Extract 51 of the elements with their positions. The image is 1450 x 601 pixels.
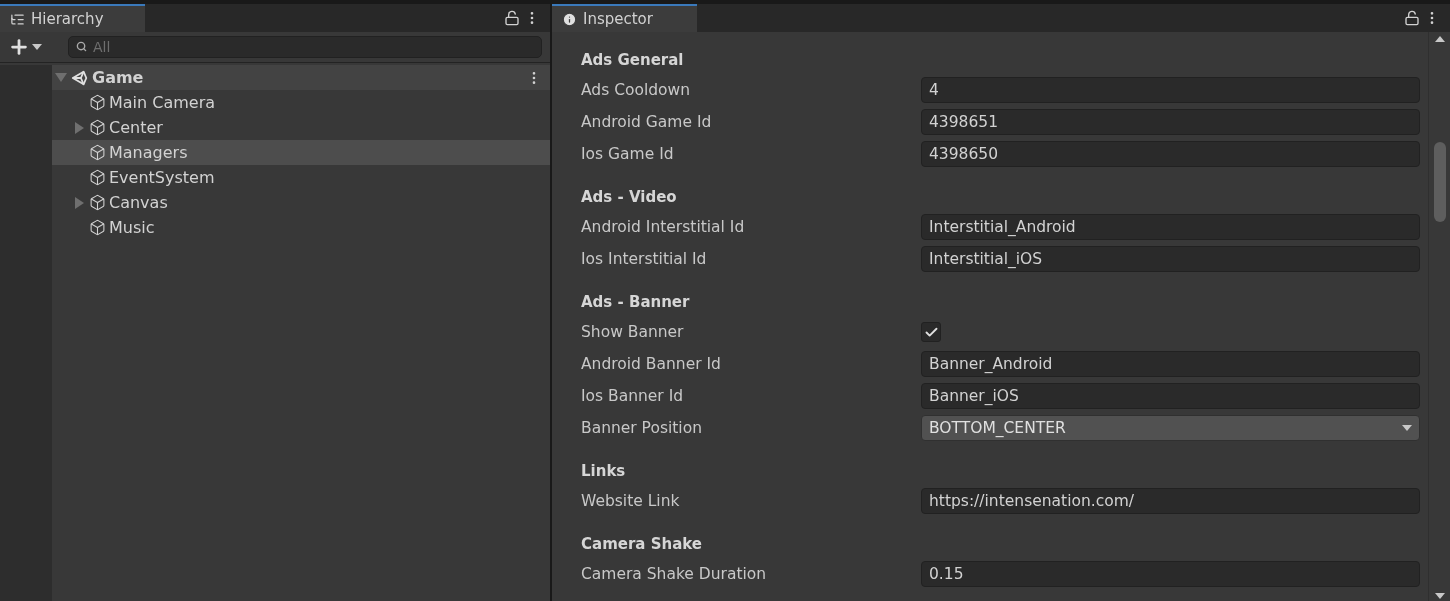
hierarchy-item[interactable]: Managers [52, 140, 550, 165]
hierarchy-item[interactable]: Game [52, 65, 550, 90]
inspector-tab[interactable]: Inspector [552, 4, 697, 32]
hierarchy-tab[interactable]: Hierarchy [0, 4, 145, 32]
text-field[interactable]: 4398650 [921, 141, 1420, 167]
field-label: Camera Shake Duration [581, 565, 768, 583]
cube-icon [89, 144, 106, 161]
section-title: Links [581, 461, 627, 482]
field-label: Android Interstitial Id [581, 218, 746, 236]
checkbox[interactable] [921, 322, 941, 342]
section-title: Ads General [581, 50, 685, 71]
section-title: Ads - Banner [581, 292, 691, 313]
text-field[interactable]: 4 [921, 77, 1420, 103]
text-field[interactable]: Interstitial_iOS [921, 246, 1420, 272]
field-label: Show Banner [581, 323, 685, 341]
info-icon [562, 11, 577, 27]
field-label: Ads Cooldown [581, 81, 692, 99]
section-title: Camera Shake [581, 534, 704, 555]
dropdown[interactable]: BOTTOM_CENTER [921, 415, 1420, 441]
hierarchy-item[interactable]: EventSystem [52, 165, 550, 190]
hierarchy-item[interactable]: Canvas [52, 190, 550, 215]
text-field[interactable]: https://intensenation.com/ [921, 488, 1420, 514]
search-icon [76, 41, 87, 52]
search-field[interactable]: All [68, 36, 542, 58]
cube-icon [89, 194, 106, 211]
text-field[interactable]: Banner_iOS [921, 383, 1420, 409]
hierarchy-item[interactable]: Music [52, 215, 550, 240]
field-label: Website Link [581, 492, 681, 510]
field-label: Android Game Id [581, 113, 713, 131]
field-label: Android Banner Id [581, 355, 722, 373]
list-icon [10, 11, 25, 27]
hierarchy-item[interactable]: Main Camera [52, 90, 550, 115]
plus-icon [8, 36, 30, 58]
cube-icon [89, 94, 106, 111]
lock-icon[interactable] [504, 10, 520, 26]
field-label: Ios Interstitial Id [581, 250, 708, 268]
text-field[interactable]: Banner_Android [921, 351, 1420, 377]
text-field[interactable]: Interstitial_Android [921, 214, 1420, 240]
caret-icon [32, 44, 42, 50]
caret-icon [1402, 425, 1412, 431]
field-label: Ios Banner Id [581, 387, 685, 405]
cube-icon [89, 219, 106, 236]
section-title: Ads - Video [581, 187, 678, 208]
field-label: Ios Game Id [581, 145, 675, 163]
lock-icon[interactable] [1404, 10, 1420, 26]
field-label: Banner Position [581, 419, 703, 437]
text-field[interactable]: 0.15 [921, 561, 1420, 587]
cube-icon [89, 169, 106, 186]
cube-icon [89, 119, 106, 136]
text-field[interactable]: 4398651 [921, 109, 1420, 135]
unity-logo-icon [71, 68, 89, 87]
